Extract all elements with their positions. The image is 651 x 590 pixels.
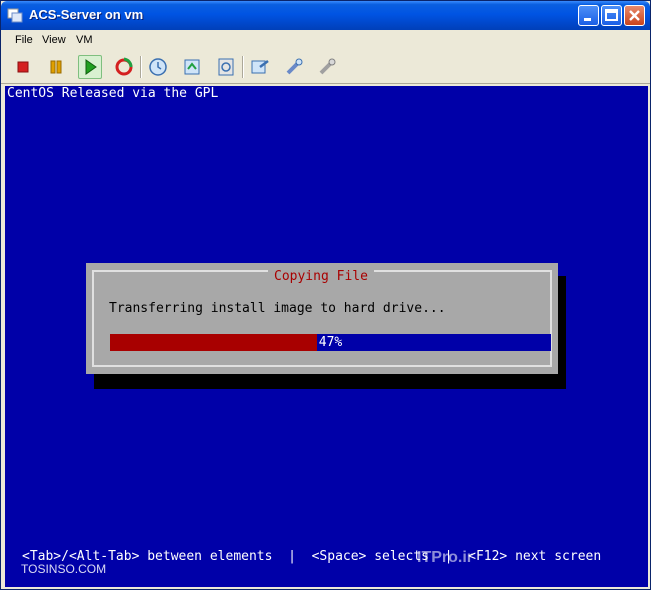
menu-file[interactable]: File bbox=[15, 34, 33, 46]
progress-label: 47% bbox=[318, 335, 343, 350]
dialog-frame: Copying File Transferring install image … bbox=[92, 269, 552, 367]
snapshot-manager-button[interactable] bbox=[214, 55, 238, 79]
close-button[interactable] bbox=[624, 5, 645, 26]
vm-window: ACS-Server on vm File View VM CentOS Rel… bbox=[0, 0, 651, 590]
close-icon bbox=[629, 10, 640, 21]
settings-button[interactable] bbox=[248, 55, 272, 79]
suspend-button[interactable] bbox=[44, 55, 68, 79]
window-title: ACS-Server on vm bbox=[29, 7, 144, 22]
maximize-button[interactable] bbox=[601, 5, 622, 26]
menu-view[interactable]: View bbox=[42, 34, 66, 46]
pause-icon bbox=[50, 60, 62, 74]
help-hints: <Tab>/<Alt-Tab> between elements | <Spac… bbox=[22, 549, 602, 564]
watermark-left: TOSINSO.COM bbox=[21, 562, 107, 576]
dialog-message: Transferring install image to hard drive… bbox=[109, 301, 446, 316]
minimize-icon bbox=[584, 18, 591, 21]
snapshot-icon bbox=[149, 58, 167, 76]
reset-icon bbox=[115, 57, 133, 76]
power-on-button[interactable] bbox=[78, 55, 102, 79]
console-header-text: CentOS Released via the GPL bbox=[7, 86, 219, 101]
connect-button[interactable] bbox=[315, 55, 339, 79]
snapshot-manager-icon bbox=[218, 58, 234, 76]
connect-icon bbox=[319, 58, 336, 75]
menu-vm[interactable]: VM bbox=[76, 34, 93, 46]
stop-icon bbox=[17, 61, 29, 73]
vm-console[interactable]: CentOS Released via the GPL Copying File… bbox=[5, 86, 648, 587]
revert-snapshot-button[interactable] bbox=[180, 55, 204, 79]
menu-bar: File View VM bbox=[1, 30, 650, 50]
title-bar[interactable]: ACS-Server on vm bbox=[1, 1, 650, 30]
watermark-right: ITPro.ir bbox=[417, 549, 474, 566]
tools-icon bbox=[286, 58, 303, 75]
tools-button[interactable] bbox=[282, 55, 306, 79]
dialog-title: Copying File bbox=[268, 269, 374, 284]
toolbar bbox=[1, 50, 650, 84]
take-snapshot-button[interactable] bbox=[146, 55, 170, 79]
power-off-button[interactable] bbox=[11, 55, 35, 79]
vmware-icon bbox=[7, 8, 23, 23]
maximize-icon bbox=[605, 9, 618, 21]
progress-bar: 47% bbox=[110, 334, 551, 351]
settings-icon bbox=[251, 60, 269, 74]
copying-file-dialog: Copying File Transferring install image … bbox=[86, 263, 558, 374]
reset-button[interactable] bbox=[112, 55, 136, 79]
play-icon bbox=[85, 59, 97, 75]
revert-snapshot-icon bbox=[184, 59, 200, 75]
minimize-button[interactable] bbox=[578, 5, 599, 26]
